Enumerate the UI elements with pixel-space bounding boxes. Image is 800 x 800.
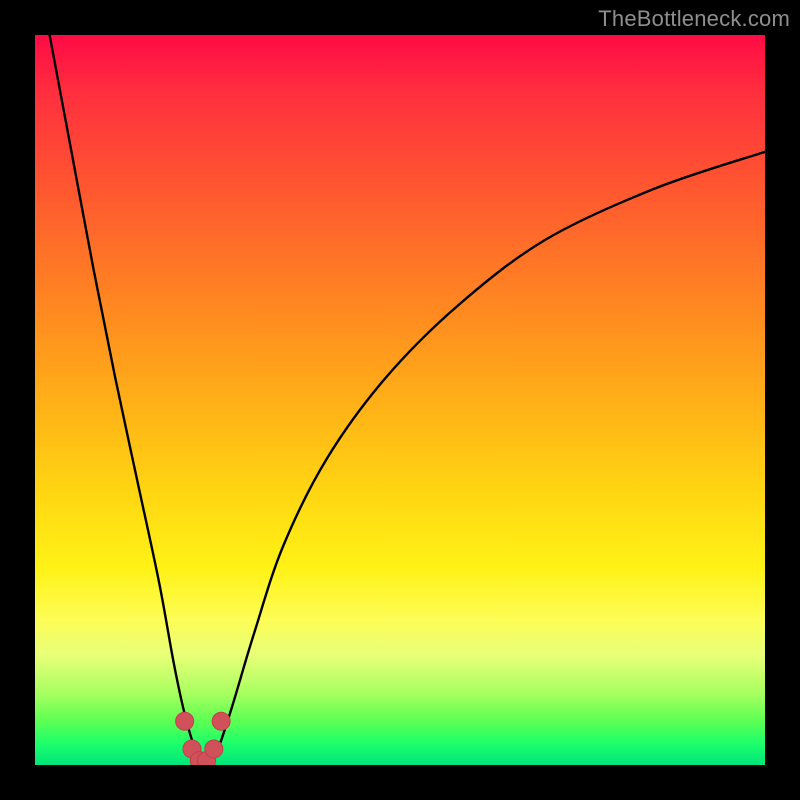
plot-area — [35, 35, 765, 765]
trough-marker — [176, 712, 194, 730]
trough-marker — [205, 740, 223, 758]
trough-marker — [212, 712, 230, 730]
trough-marker — [198, 752, 216, 765]
trough-marker — [183, 740, 201, 758]
bottleneck-curve — [50, 35, 765, 763]
trough-markers — [176, 712, 231, 765]
watermark-text: TheBottleneck.com — [598, 6, 790, 32]
trough-marker — [190, 752, 208, 765]
curve-layer — [35, 35, 765, 765]
chart-frame: TheBottleneck.com — [0, 0, 800, 800]
